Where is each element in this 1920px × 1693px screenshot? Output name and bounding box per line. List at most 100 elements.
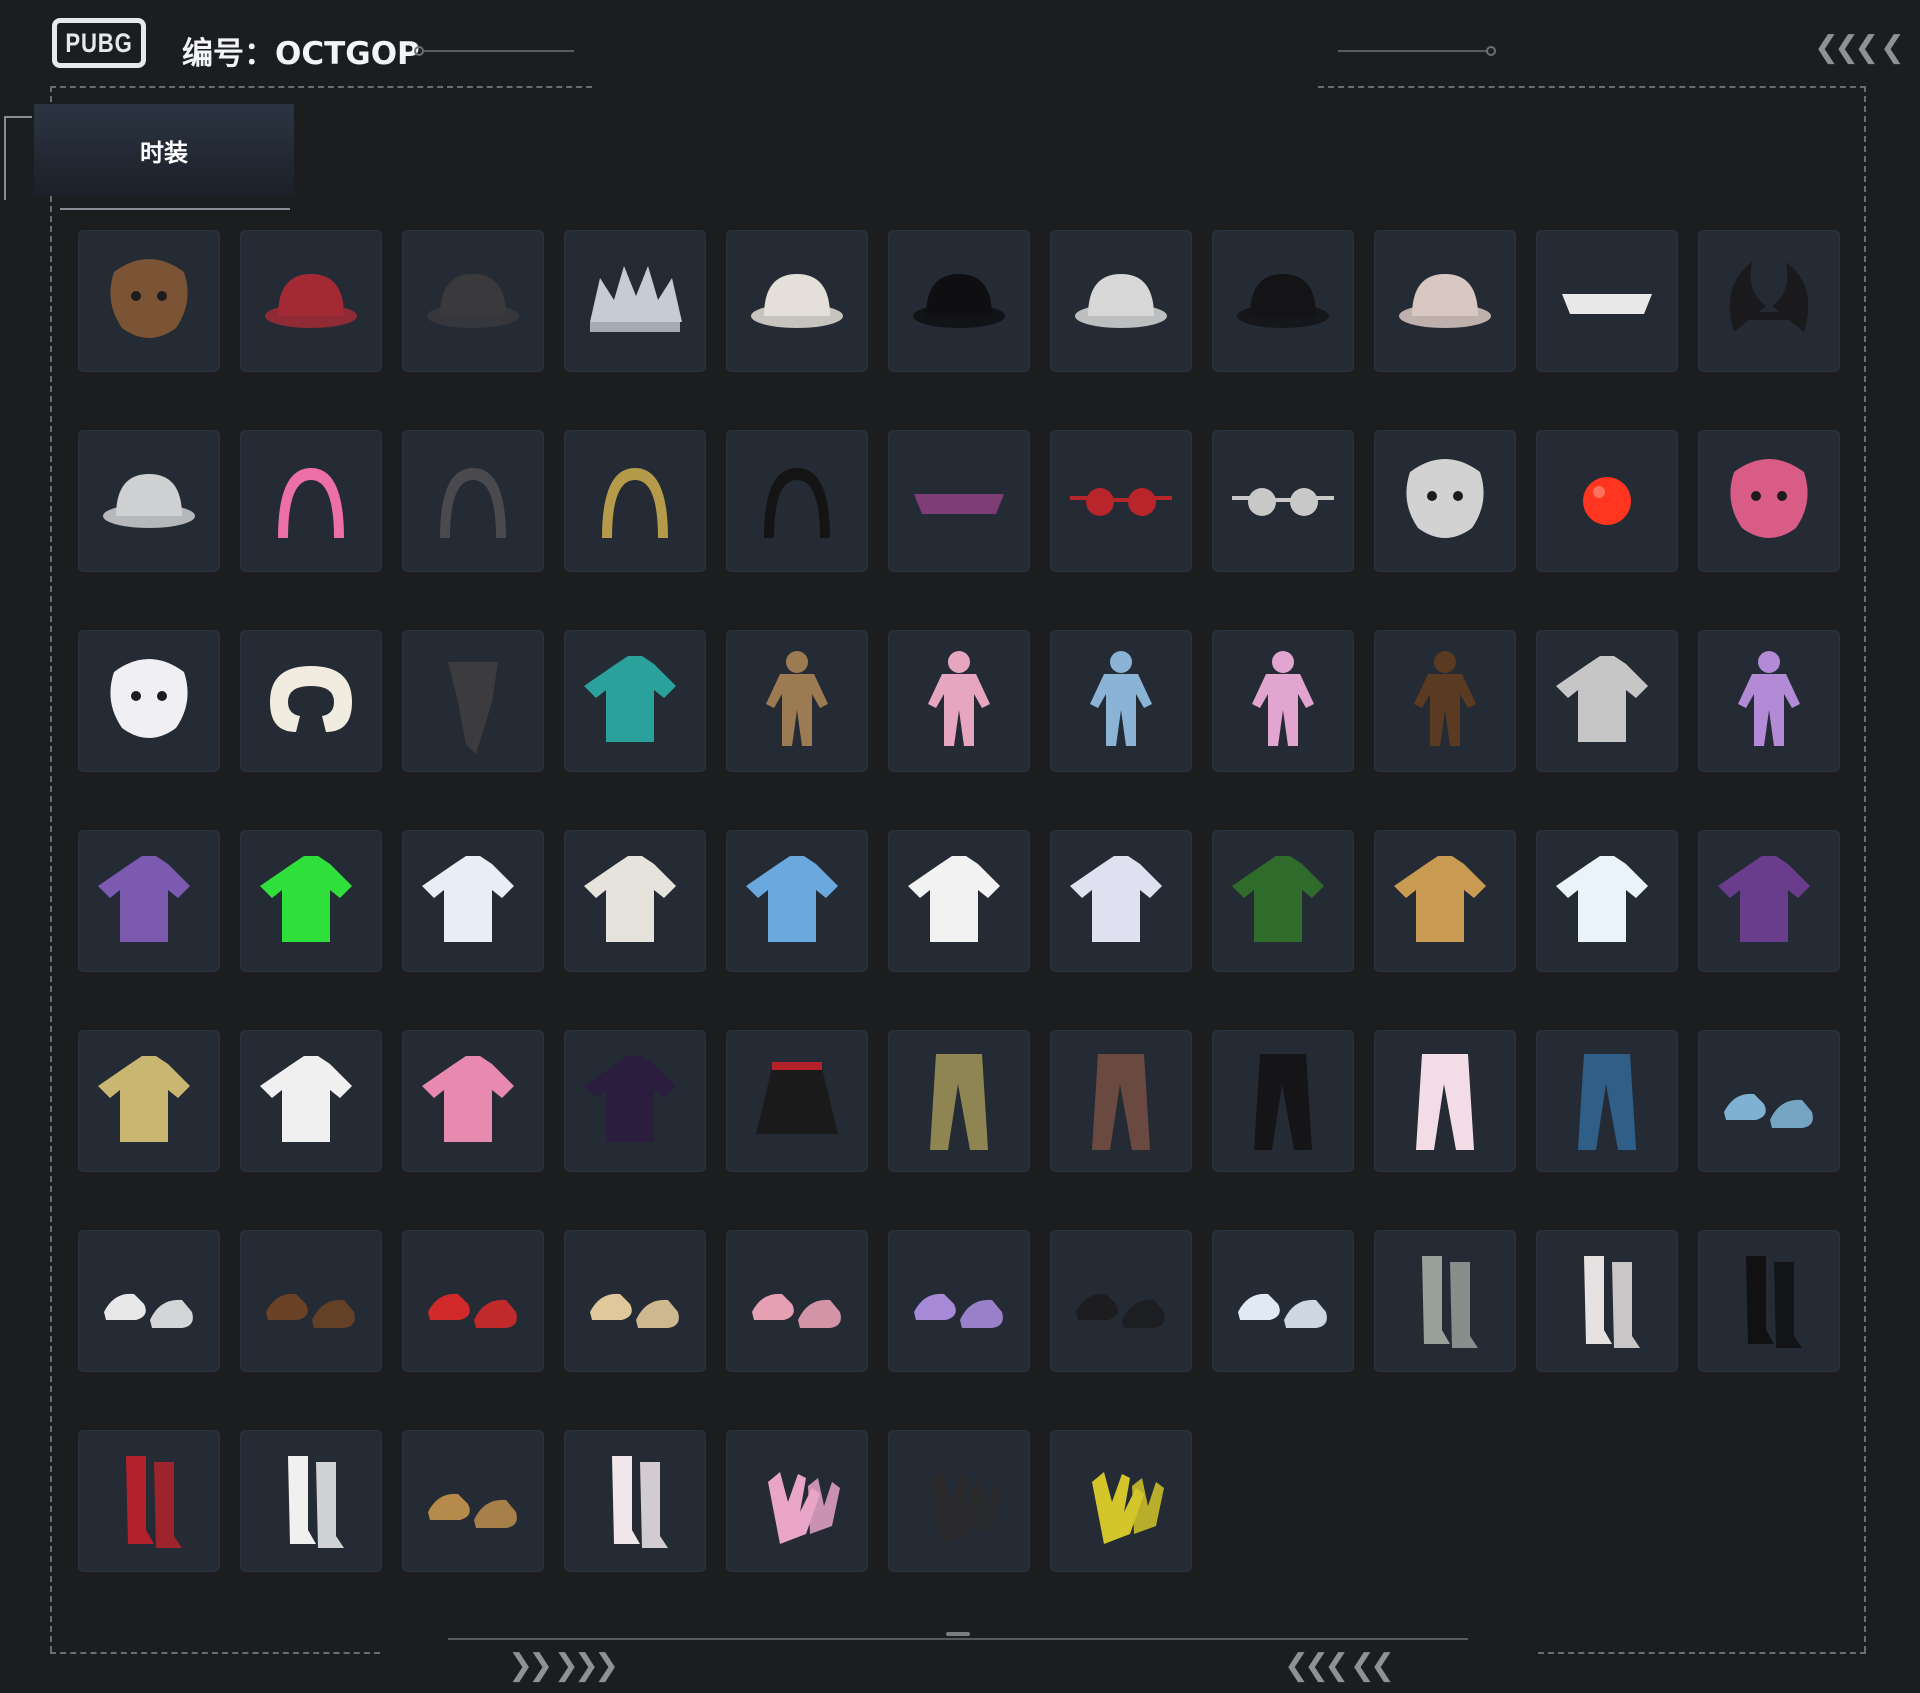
item-tile[interactable] (1374, 1230, 1516, 1372)
item-tile[interactable] (888, 1430, 1030, 1572)
item-tile[interactable] (888, 830, 1030, 972)
item-tile[interactable] (1698, 630, 1840, 772)
item-tile[interactable] (1050, 630, 1192, 772)
red-clown-nose-icon (1548, 442, 1666, 560)
item-tile[interactable] (726, 1430, 868, 1572)
tab-deco-line (4, 116, 6, 200)
item-tile[interactable] (402, 630, 544, 772)
bear-paw-shoes-icon (252, 1242, 370, 1360)
item-tile[interactable] (240, 230, 382, 372)
item-tile[interactable] (1212, 230, 1354, 372)
item-tile[interactable] (1050, 1030, 1192, 1172)
item-tile[interactable] (564, 1030, 706, 1172)
item-tile[interactable] (1536, 1030, 1678, 1172)
chevrons-bottom-right: ❮❮❮ ❮❮ (1284, 1648, 1395, 1683)
item-tile[interactable] (240, 630, 382, 772)
item-tile[interactable] (402, 1430, 544, 1572)
item-tile[interactable] (402, 1030, 544, 1172)
item-tile[interactable] (78, 830, 220, 972)
item-tile[interactable] (726, 430, 868, 572)
pink-animal-mask-icon (1710, 442, 1828, 560)
neck-pillow-icon (252, 642, 370, 760)
item-tile[interactable] (888, 230, 1030, 372)
gold-cap-headphones-icon (576, 442, 694, 560)
purple-visor-icon (900, 442, 1018, 560)
item-tile[interactable] (1212, 430, 1354, 572)
tab-fashion[interactable]: 时装 (34, 104, 294, 196)
item-tile[interactable] (1536, 430, 1678, 572)
item-tile[interactable] (1536, 630, 1678, 772)
frame-bottom-left (50, 1652, 380, 1654)
pink-shark-slippers-icon (738, 1242, 856, 1360)
item-tile[interactable] (726, 830, 868, 972)
item-tile[interactable] (1536, 1230, 1678, 1372)
item-tile[interactable] (402, 830, 544, 972)
tab-deco-line (4, 116, 32, 118)
item-tile[interactable] (78, 1430, 220, 1572)
item-tile[interactable] (1536, 830, 1678, 972)
item-tile[interactable] (1050, 1430, 1192, 1572)
item-tile[interactable] (564, 630, 706, 772)
pink-onesie-icon (900, 642, 1018, 760)
item-tile[interactable] (402, 230, 544, 372)
item-tile[interactable] (402, 1230, 544, 1372)
item-tile[interactable] (1374, 630, 1516, 772)
gothic-dress-icon (90, 842, 208, 960)
item-tile[interactable] (564, 1230, 706, 1372)
item-tile[interactable] (888, 1030, 1030, 1172)
silver-jacket-icon (1548, 642, 1666, 760)
item-tile[interactable] (240, 1430, 382, 1572)
round-red-glasses-icon (1062, 442, 1180, 560)
item-tile[interactable] (1050, 1230, 1192, 1372)
item-tile[interactable] (78, 230, 220, 372)
plaid-pants-icon (1062, 1042, 1180, 1160)
item-tile[interactable] (1374, 430, 1516, 572)
item-tile[interactable] (888, 430, 1030, 572)
black-furry-boots-icon (1062, 1242, 1180, 1360)
item-tile[interactable] (726, 1030, 868, 1172)
tan-sneakers-icon (576, 1242, 694, 1360)
item-tile[interactable] (888, 1230, 1030, 1372)
item-tile[interactable] (564, 430, 706, 572)
item-tile[interactable] (564, 1430, 706, 1572)
item-tile[interactable] (1374, 830, 1516, 972)
item-tile[interactable] (1212, 630, 1354, 772)
item-tile[interactable] (1050, 430, 1192, 572)
item-tile[interactable] (726, 230, 868, 372)
item-tile[interactable] (1698, 1030, 1840, 1172)
item-tile[interactable] (240, 830, 382, 972)
item-tile[interactable] (240, 430, 382, 572)
item-tile[interactable] (726, 630, 868, 772)
item-tile[interactable] (240, 1230, 382, 1372)
item-tile[interactable] (888, 630, 1030, 772)
bucket-hat-icon (90, 442, 208, 560)
tie-dye-halter-icon (738, 842, 856, 960)
frame-right (1864, 86, 1866, 1652)
item-tile[interactable] (78, 1230, 220, 1372)
item-tile[interactable] (1698, 1230, 1840, 1372)
white-stockings-icon (576, 1442, 694, 1560)
item-tile[interactable] (402, 430, 544, 572)
white-ruffle-dress-icon (414, 842, 532, 960)
item-tile[interactable] (1050, 230, 1192, 372)
item-tile[interactable] (1212, 830, 1354, 972)
item-tile[interactable] (564, 230, 706, 372)
item-tile[interactable] (78, 430, 220, 572)
item-tile[interactable] (1212, 1230, 1354, 1372)
item-tile[interactable] (78, 1030, 220, 1172)
item-tile[interactable] (1698, 230, 1840, 372)
item-tile[interactable] (1698, 830, 1840, 972)
chevrons-top-right: ❮❮❮ ❮ (1814, 30, 1905, 65)
item-tile[interactable] (1050, 830, 1192, 972)
red-sock-boots-icon (90, 1442, 208, 1560)
item-tile[interactable] (1536, 230, 1678, 372)
item-tile[interactable] (1212, 1030, 1354, 1172)
item-tile[interactable] (240, 1030, 382, 1172)
item-tile[interactable] (78, 630, 220, 772)
item-tile[interactable] (726, 1230, 868, 1372)
item-tile[interactable] (564, 830, 706, 972)
item-tile[interactable] (1374, 230, 1516, 372)
scroll-indicator[interactable] (946, 1632, 970, 1636)
item-tile[interactable] (1698, 430, 1840, 572)
item-tile[interactable] (1374, 1030, 1516, 1172)
